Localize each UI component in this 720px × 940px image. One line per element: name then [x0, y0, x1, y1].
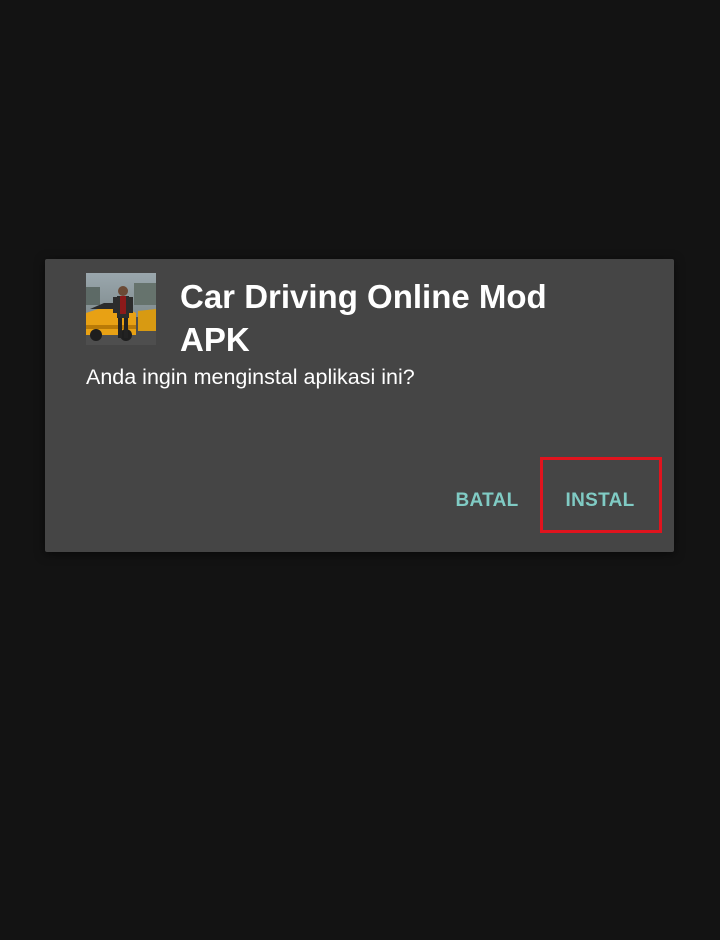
install-prompt: Anda ingin menginstal aplikasi ini?	[86, 365, 415, 389]
car-driving-game-icon	[86, 273, 156, 345]
cancel-button[interactable]: BATAL	[449, 481, 525, 521]
screen: Car Driving Online Mod APK Anda ingin me…	[0, 0, 720, 940]
app-name: Car Driving Online Mod APK	[180, 278, 547, 358]
install-dialog: Car Driving Online Mod APK Anda ingin me…	[45, 259, 674, 552]
install-button[interactable]: INSTAL	[554, 481, 646, 521]
